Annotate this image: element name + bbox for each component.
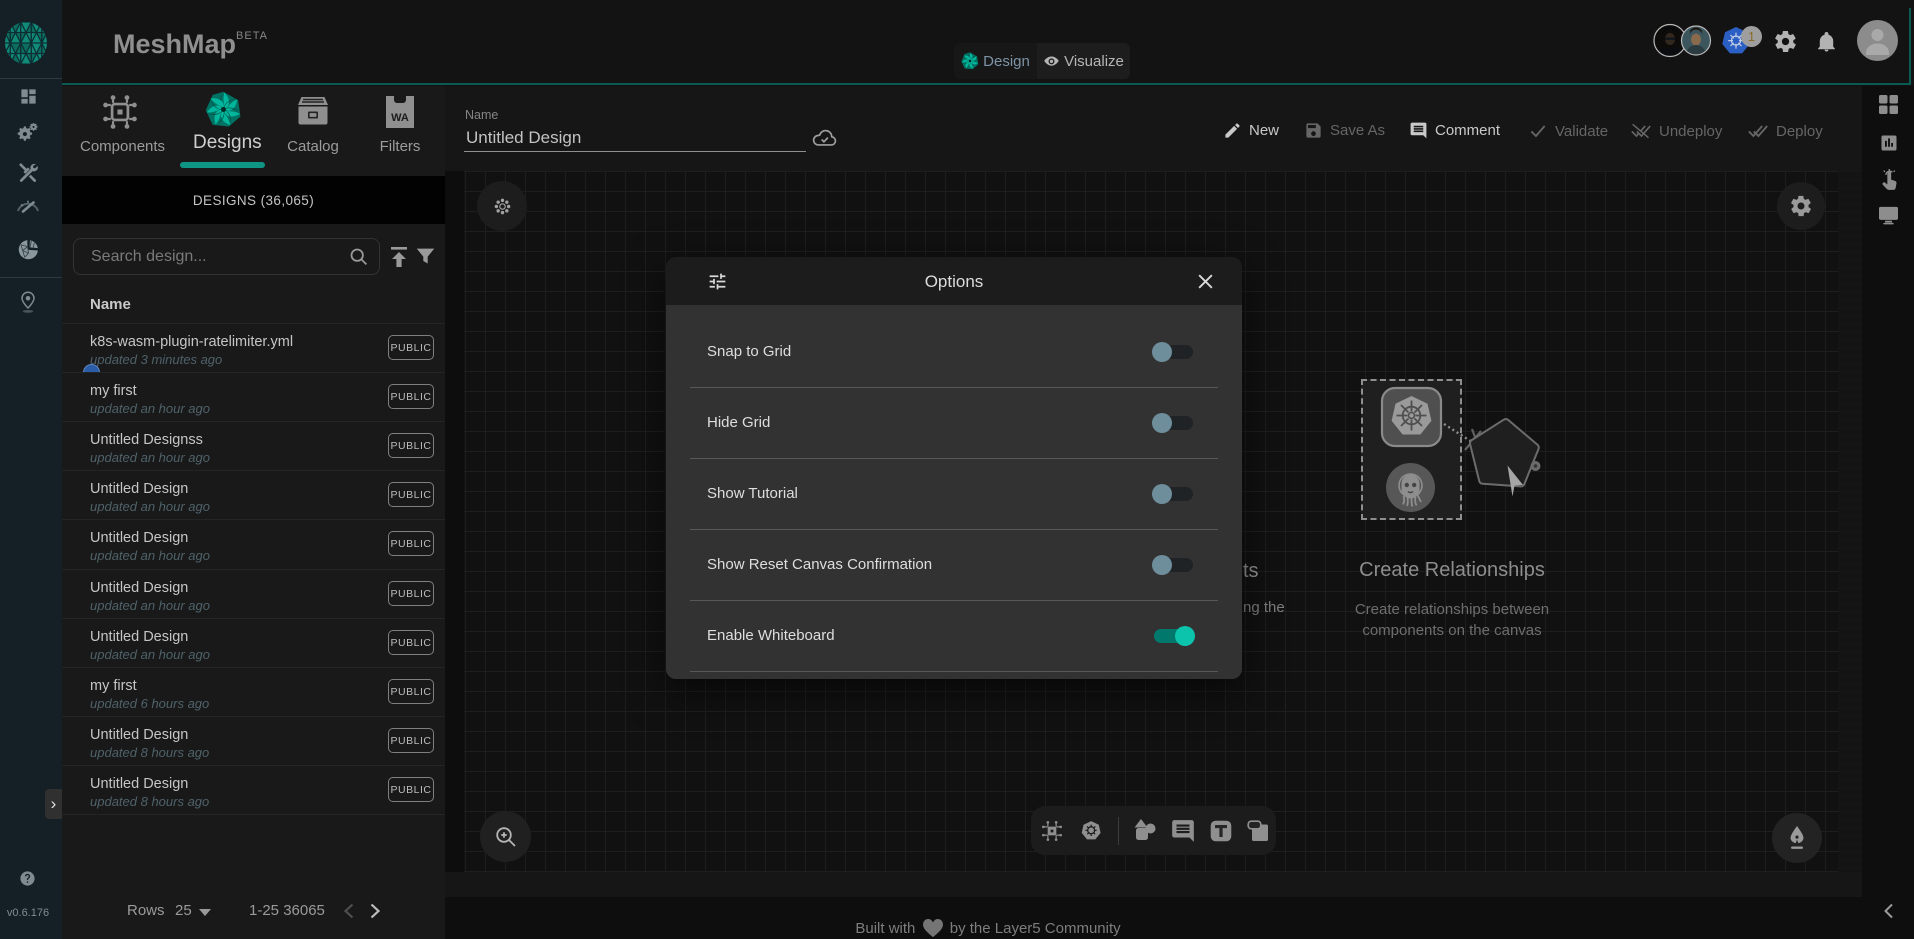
svg-text:1: 1	[1748, 29, 1755, 44]
svg-text:WA: WA	[391, 112, 409, 124]
